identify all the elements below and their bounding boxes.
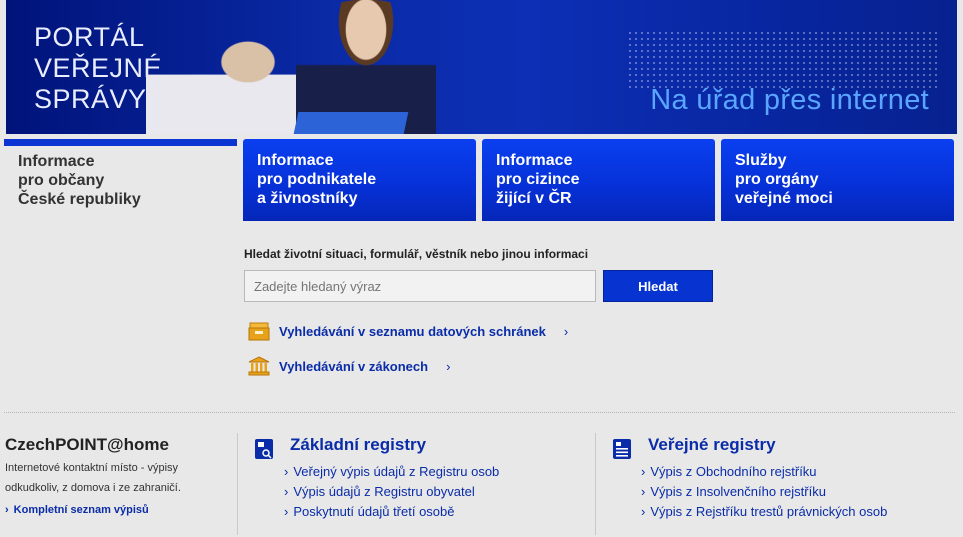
tab-label-line: Informace [18, 153, 95, 170]
databox-search-link[interactable]: Vyhledávání v seznamu datových schránek … [248, 321, 568, 341]
public-register-link[interactable]: Výpis z Insolvenčního rejstříku [641, 482, 887, 502]
banner-photo [146, 0, 436, 134]
search-button[interactable]: Hledat [603, 270, 713, 302]
column-divider [237, 433, 238, 535]
tab-label-line: a živnostníky [257, 190, 358, 207]
portal-logo[interactable]: PORTÁL VEŘEJNÉ SPRÁVY [34, 22, 162, 115]
basic-register-link[interactable]: Výpis údajů z Registru obyvatel [284, 482, 499, 502]
chevron-right-icon: › [5, 504, 9, 516]
laws-search-link[interactable]: Vyhledávání v zákonech › [248, 356, 450, 376]
tab-label-line: České republiky [18, 191, 141, 208]
tab-label-line: veřejné moci [735, 190, 833, 207]
tab-label-line: Služby [735, 152, 787, 169]
public-register-link[interactable]: Výpis z Obchodního rejstříku [641, 462, 887, 482]
mailbox-icon [248, 322, 270, 341]
registry-document-icon [255, 439, 273, 459]
tab-label-line: Informace [257, 152, 334, 169]
active-tab-indicator [4, 139, 237, 146]
tab-label-line: pro podnikatele [257, 171, 377, 188]
logo-line: SPRÁVY [34, 84, 147, 114]
basic-register-link[interactable]: Veřejný výpis údajů z Registru osob [284, 462, 499, 482]
logo-line: VEŘEJNÉ [34, 53, 163, 83]
basic-registers-list: Veřejný výpis údajů z Registru osob Výpi… [284, 462, 499, 522]
photo-man [146, 20, 316, 134]
tab-label-line: žijící v ČR [496, 190, 572, 207]
czechpoint-link-label: Kompletní seznam výpisů [13, 504, 149, 516]
section-divider [4, 412, 955, 413]
chevron-right-icon: › [563, 323, 569, 339]
public-registers-title[interactable]: Veřejné registry [648, 435, 776, 455]
public-register-link[interactable]: Výpis z Rejstříku trestů právnických oso… [641, 502, 887, 522]
chevron-right-icon: › [446, 358, 451, 374]
tab-citizens[interactable]: Informace pro občany České republiky [4, 146, 237, 221]
search-label: Hledat životní situaci, formulář, věstní… [244, 247, 589, 261]
column-divider [595, 433, 596, 535]
search-input[interactable] [244, 270, 596, 302]
tab-label-line: pro orgány [735, 171, 819, 188]
tab-entrepreneurs[interactable]: Informace pro podnikatele a živnostníky [243, 139, 476, 221]
list-document-icon [613, 439, 631, 459]
dot-pattern [627, 30, 937, 88]
basic-register-link[interactable]: Poskytnutí údajů třetí osobě [284, 502, 499, 522]
photo-laptop [293, 112, 409, 134]
databox-search-label: Vyhledávání v seznamu datových schránek [279, 323, 546, 339]
banner-slogan: Na úřad přes internet [650, 84, 929, 116]
tab-label-line: pro cizince [496, 171, 580, 188]
czechpoint-full-list-link[interactable]: › Kompletní seznam výpisů [5, 504, 149, 516]
header-banner: PORTÁL VEŘEJNÉ SPRÁVY Na úřad přes inter… [6, 0, 957, 134]
public-registers-list: Výpis z Obchodního rejstříku Výpis z Ins… [641, 462, 887, 522]
laws-search-label: Vyhledávání v zákonech [279, 358, 429, 374]
logo-line: PORTÁL [34, 22, 145, 52]
basic-registers-title[interactable]: Základní registry [290, 435, 426, 455]
czechpoint-title: CzechPOINT@home [5, 435, 169, 454]
tab-public-authorities[interactable]: Služby pro orgány veřejné moci [721, 139, 954, 221]
building-icon [248, 356, 270, 376]
tab-label-line: Informace [496, 152, 573, 169]
czechpoint-description: Internetové kontaktní místo - výpisy odk… [5, 462, 181, 494]
tab-label-line: pro občany [18, 172, 105, 189]
tab-foreigners[interactable]: Informace pro cizince žijící v ČR [482, 139, 715, 221]
